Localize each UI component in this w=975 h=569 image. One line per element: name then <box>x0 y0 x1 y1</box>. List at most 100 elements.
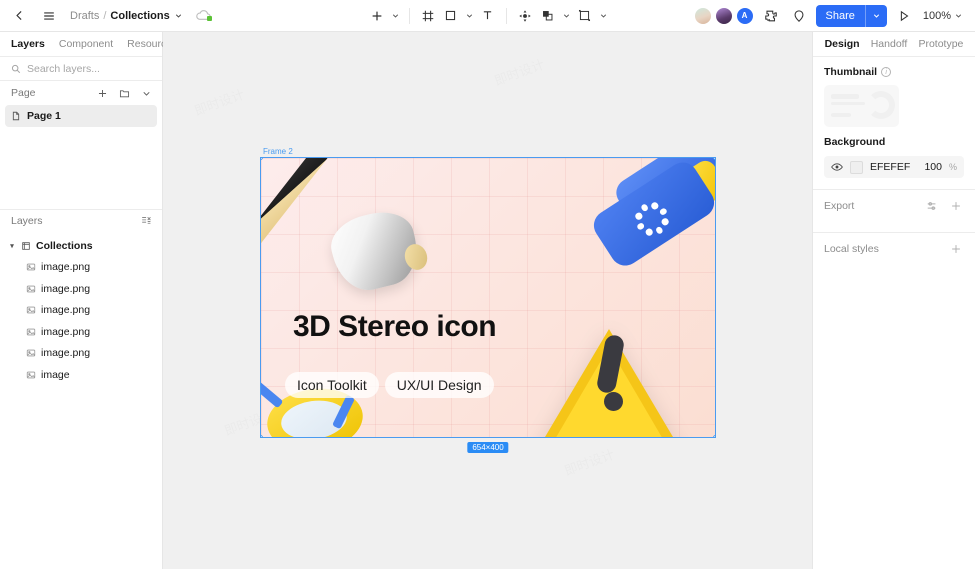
thumbnail-preview[interactable] <box>824 85 899 127</box>
add-tool-button[interactable] <box>366 5 388 27</box>
local-styles-section: Local styles <box>813 233 975 264</box>
toolbar-divider-1 <box>408 7 410 24</box>
add-local-style-button[interactable] <box>948 241 964 257</box>
thumbnail-shape <box>867 91 895 119</box>
shape-tool-dropdown[interactable] <box>463 5 476 27</box>
canvas-area[interactable]: 即时设计 即时设计 即时设计 即时设计 Frame 2 <box>163 32 812 569</box>
layer-row[interactable]: image <box>0 364 162 386</box>
plugin-puzzle-icon[interactable] <box>760 5 782 27</box>
background-color-row[interactable]: EFEFEF 100 % <box>824 156 964 178</box>
app-body: Layers Component Resource Search layers.… <box>0 32 975 569</box>
back-button[interactable] <box>8 5 30 27</box>
avatar[interactable] <box>714 6 733 25</box>
tab-prototype[interactable]: Prototype <box>918 38 963 50</box>
tab-layers[interactable]: Layers <box>11 38 45 50</box>
sliders-icon[interactable] <box>924 198 940 214</box>
layer-row[interactable]: image.png <box>0 321 162 343</box>
layer-row[interactable]: image.png <box>0 257 162 279</box>
search-layers-input[interactable]: Search layers... <box>0 57 162 81</box>
thumbnail-section-header: Thumbnail i <box>824 66 964 78</box>
breadcrumb-collections[interactable]: Collections <box>110 10 169 22</box>
tab-design[interactable]: Design <box>825 38 860 50</box>
breadcrumb-drafts[interactable]: Drafts <box>70 10 99 22</box>
sync-status-dot <box>206 16 212 21</box>
frame-label[interactable]: Frame 2 <box>263 147 293 156</box>
breadcrumb-separator: / <box>103 9 107 22</box>
design-tool-app: Drafts / Collections A Share 100% Layers… <box>0 0 975 569</box>
artwork-pill: UX/UI Design <box>384 372 494 398</box>
warning-exclamation-dot <box>604 392 623 411</box>
artwork-pill-row: Icon Toolkit UX/UI Design <box>285 372 494 398</box>
header-left-group: Drafts / Collections <box>0 5 212 27</box>
boolean-tool-dropdown[interactable] <box>560 5 573 27</box>
background-opacity-value[interactable]: 100 <box>924 161 942 173</box>
avatar[interactable] <box>693 6 712 25</box>
share-button[interactable]: Share <box>815 4 887 27</box>
folder-icon[interactable] <box>116 85 132 101</box>
thumbnail-line <box>831 102 865 105</box>
layer-row[interactable]: image.png <box>0 278 162 300</box>
expand-triangle-icon[interactable]: ▾ <box>8 242 16 250</box>
layer-row-collections[interactable]: ▾ Collections <box>0 235 162 257</box>
chevron-down-icon[interactable] <box>174 11 183 20</box>
move-tool-button[interactable] <box>514 5 536 27</box>
canvas-watermark: 即时设计 <box>491 54 546 90</box>
thumbnail-section: Thumbnail i <box>813 57 975 127</box>
share-dropdown-icon[interactable] <box>866 5 887 27</box>
resize-handle-bottom-right[interactable] <box>713 435 715 437</box>
layer-label: image.png <box>41 304 91 317</box>
layer-row[interactable]: image.png <box>0 343 162 365</box>
chevron-down-icon <box>955 14 962 18</box>
boolean-tool-button[interactable] <box>537 5 559 27</box>
info-icon[interactable]: i <box>881 67 892 77</box>
page-section-header: Page <box>0 81 162 105</box>
collaborator-avatars: A <box>693 6 754 25</box>
tab-component[interactable]: Component <box>59 38 113 50</box>
background-color-swatch[interactable] <box>850 160 863 174</box>
avatar[interactable]: A <box>735 6 754 25</box>
text-tool-button[interactable] <box>477 5 499 27</box>
collapse-pages-icon[interactable] <box>138 85 154 101</box>
add-tool-dropdown[interactable] <box>389 5 402 27</box>
page-item-page-1[interactable]: Page 1 <box>5 105 157 127</box>
add-page-button[interactable] <box>94 85 110 101</box>
search-placeholder: Search layers... <box>27 62 100 75</box>
mask-tool-button[interactable] <box>574 5 596 27</box>
add-export-button[interactable] <box>948 198 964 214</box>
thumbnail-line <box>831 94 859 99</box>
present-button[interactable] <box>893 5 915 27</box>
background-hex-value[interactable]: EFEFEF <box>870 161 917 173</box>
image-icon <box>26 370 36 380</box>
layer-label: image.png <box>41 325 91 338</box>
background-title: Background <box>824 136 886 148</box>
layer-tree: ▾ Collections image.png image.png image.… <box>0 231 162 386</box>
canvas-watermark: 即时设计 <box>561 444 616 480</box>
image-icon <box>26 327 36 337</box>
shape-tool-button[interactable] <box>440 5 462 27</box>
local-styles-title: Local styles <box>824 242 879 255</box>
right-panel-tabs: Design Handoff Prototype <box>813 32 975 57</box>
resize-handle-top-right[interactable] <box>713 158 715 160</box>
zoom-control[interactable]: 100% <box>921 10 965 22</box>
frame-2[interactable]: 3D Stereo icon Icon Toolkit UX/UI Design <box>260 157 716 438</box>
layer-label: image.png <box>41 347 91 360</box>
frame-tool-button[interactable] <box>417 5 439 27</box>
tab-handoff[interactable]: Handoff <box>871 38 908 50</box>
background-section-header: Background <box>824 136 964 148</box>
toolbar <box>363 5 613 27</box>
toolbar-divider-2 <box>505 7 507 24</box>
layers-section-title: Layers <box>11 214 43 227</box>
artwork-title: 3D Stereo icon <box>293 310 497 343</box>
left-panel: Layers Component Resource Search layers.… <box>0 32 172 569</box>
comment-pin-icon[interactable] <box>788 5 810 27</box>
mask-tool-dropdown[interactable] <box>597 5 610 27</box>
app-header: Drafts / Collections A Share 100% <box>0 0 975 32</box>
layer-filter-icon[interactable] <box>138 213 154 229</box>
eye-icon[interactable] <box>831 162 843 172</box>
frame-icon <box>21 241 31 251</box>
share-button-label: Share <box>825 9 855 22</box>
main-menu-button[interactable] <box>38 5 60 27</box>
image-icon <box>26 305 36 315</box>
layer-row[interactable]: image.png <box>0 300 162 322</box>
resize-handle-bottom-left[interactable] <box>261 435 263 437</box>
